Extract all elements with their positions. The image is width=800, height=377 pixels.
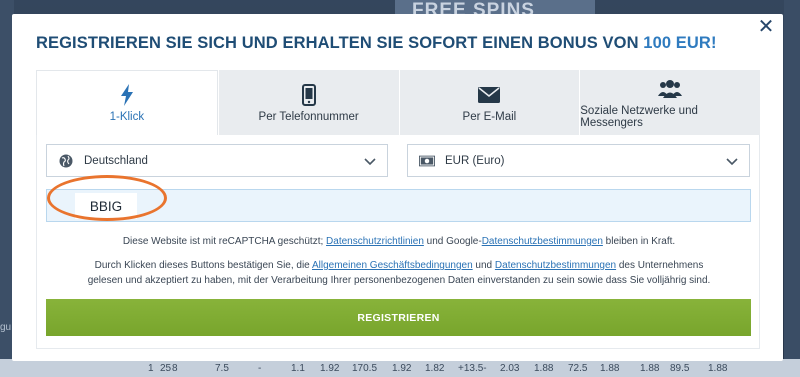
terms-link[interactable]: Allgemeinen Geschäftsbedingungen [312,260,473,271]
background-odds-cell: 170.5 [352,363,378,374]
background-odds-cell: 1.92 [320,363,340,374]
modal-title: REGISTRIEREN SIE SICH UND ERHALTEN SIE S… [36,34,717,53]
tab-social[interactable]: Soziale Netzwerke und Messengers [579,70,760,135]
tab-phone[interactable]: Per Telefonnummer [217,70,399,135]
people-icon [658,77,683,101]
notice-text: Diese Website ist mit reCAPTCHA geschütz… [122,236,327,247]
background-odds-cell: 1.88 [640,363,660,374]
background-right-panel [784,0,800,377]
background-odds-cell: 8 [172,363,178,374]
tab-label: Per Telefonnummer [258,110,359,123]
privacy-policy-link[interactable]: Datenschutzrichtlinien [326,236,424,247]
tab-label: 1-Klick [109,111,145,123]
background-odds-cell: 1.82 [425,363,445,374]
lightning-icon [120,83,134,107]
currency-select[interactable]: EUR (Euro) [407,144,750,177]
background-odds-cell: 1.88 [708,363,728,374]
background-odds-cell: 2.03 [500,363,520,374]
notice-text: des Unternehmens [616,260,704,271]
background-odds-cell: 1.88 [534,363,554,374]
tab-email[interactable]: Per E-Mail [398,70,580,135]
banknote-icon [419,153,435,169]
tab-one-click[interactable]: 1-Klick [36,70,218,135]
background-odds-cell: 25 [160,363,172,374]
modal-title-text: REGISTRIEREN SIE SICH UND ERHALTEN SIE S… [36,34,644,52]
background-odds-row: 1 25 8 7.5 - 1.1 1.92 170.5 1.92 1.82 +13.5- 2.03 1.… [0,359,800,377]
background-odds-cell: 1.92 [392,363,412,374]
background-odds-cell: 1.88 [600,363,620,374]
notice-text: und Google- [423,236,482,247]
close-button[interactable]: ✕ [755,16,777,38]
background-odds-cell: 89.5 [670,363,690,374]
globe-icon [58,153,74,169]
recaptcha-notice: Diese Website ist mit reCAPTCHA geschütz… [37,234,761,249]
registration-form: Deutschland EUR (Euro) BBIG Diese Websit… [36,135,760,349]
country-value: Deutschland [84,154,148,167]
notice-text: bleiben in Kraft. [602,236,676,247]
envelope-icon [478,83,501,107]
promo-code-field[interactable]: BBIG [46,189,751,222]
currency-value: EUR (Euro) [445,154,505,167]
notice-text: Durch Klicken dieses Buttons bestätigen … [94,260,312,271]
background-odds-cell: +13.5- [458,363,487,374]
registration-modal: ✕ REGISTRIEREN SIE SICH UND ERHALTEN SIE… [12,14,783,361]
google-privacy-link[interactable]: Datenschutzbestimmungen [482,236,603,247]
promo-code-value: BBIG [75,193,137,219]
country-select[interactable]: Deutschland [46,144,388,177]
background-left-label: gu [0,322,12,333]
background-odds-cell: 1 [148,363,154,374]
registration-tabs: 1-Klick Per Telefonnummer Per E-Mail Soz… [36,70,760,135]
phone-icon [301,83,316,107]
notice-text: und [472,260,495,271]
terms-notice: Durch Klicken dieses Buttons bestätigen … [37,258,761,288]
chevron-down-icon [726,158,738,166]
background-odds-cell: - [258,363,262,374]
background-odds-cell: 7.5 [215,363,229,374]
tab-label: Per E-Mail [462,110,517,123]
data-protection-link[interactable]: Datenschutzbestimmungen [495,260,616,271]
background-odds-cell: 72.5 [568,363,588,374]
chevron-down-icon [364,158,376,166]
bonus-amount: 100 EUR! [643,34,717,52]
tab-label: Soziale Netzwerke und Messengers [580,104,698,129]
register-button[interactable]: REGISTRIEREN [46,299,751,336]
background-odds-cell: 1.1 [291,363,305,374]
notice-text: gelesen und akzeptiert zu haben, mit der… [87,275,711,286]
